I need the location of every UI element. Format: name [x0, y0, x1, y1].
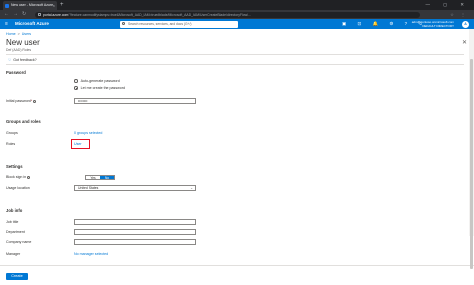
page-subtitle: Def (AAD) Roles: [6, 47, 32, 52]
department-input[interactable]: [74, 229, 196, 235]
forward-icon[interactable]: →: [13, 10, 18, 19]
reload-icon[interactable]: ↻: [22, 10, 26, 19]
url-input[interactable]: portal.azure.com/?feature.canmodifystamp…: [35, 11, 420, 18]
search-icon: [122, 22, 125, 26]
url-path: /?feature.canmodifystamps=true&Microsoft…: [68, 12, 251, 17]
initial-password-text: Initial password: [6, 99, 31, 103]
department-label: Department: [6, 230, 25, 234]
block-sign-in-label: Block sign in: [6, 175, 31, 179]
radio-label: Let me create the password: [80, 86, 125, 90]
azure-favicon-icon: [5, 3, 9, 8]
create-button[interactable]: Create: [6, 273, 28, 280]
lock-icon: [38, 13, 41, 16]
close-icon[interactable]: ✕: [462, 39, 467, 46]
url-host: portal.azure.com: [43, 12, 69, 17]
feedback-link[interactable]: ♡ Got feedback?: [8, 58, 37, 62]
groups-label: Groups: [6, 131, 18, 135]
back-icon[interactable]: ←: [4, 10, 9, 19]
radio-icon: [74, 79, 78, 83]
password-section-title: Password: [6, 70, 26, 75]
manager-link[interactable]: No manager selected: [74, 252, 108, 256]
company-name-label: Company name: [6, 240, 32, 244]
window-controls[interactable]: — ◻ ✕: [425, 0, 470, 10]
initial-password-label: Initial password*: [6, 99, 37, 103]
divider: [6, 54, 464, 55]
browser-toolbar-icons[interactable]: ☆ ⋮: [450, 10, 468, 19]
avatar[interactable]: A: [462, 20, 469, 28]
browser-tab-bar: New user - Microsoft Azure × + — ◻ ✕: [0, 0, 474, 10]
radio-checked-icon: [74, 86, 78, 90]
usage-location-value: United States: [78, 186, 99, 190]
radio-auto-generate[interactable]: Auto-generate password: [74, 79, 120, 83]
feedback-label: Got feedback?: [13, 58, 37, 62]
radio-create-password[interactable]: Let me create the password: [74, 86, 125, 90]
initial-password-input[interactable]: ••••••••: [74, 98, 196, 104]
roles-label: Roles: [6, 142, 16, 146]
menu-icon[interactable]: ≡: [5, 19, 8, 29]
tab-close-icon[interactable]: ×: [53, 1, 55, 10]
scrollbar-thumb[interactable]: [470, 59, 473, 269]
tab-title: New user - Microsoft Azure: [11, 3, 54, 7]
new-user-blade: Home > Users New user Def (AAD) Roles ✕ ♡ G…: [0, 29, 474, 285]
block-sign-in-text: Block sign in: [6, 175, 27, 179]
settings-section-title: Settings: [6, 164, 23, 169]
brand-title[interactable]: Microsoft Azure: [15, 19, 49, 29]
scrollbar[interactable]: [469, 29, 474, 269]
usage-location-label: Usage location: [6, 186, 30, 190]
account-info[interactable]: adm@contoso.onmicrosoft.com DEFAULT DIRE…: [412, 20, 454, 28]
feedback-icon: ♡: [8, 58, 12, 62]
blade-footer: Create: [0, 265, 474, 285]
browser-tab[interactable]: New user - Microsoft Azure ×: [3, 1, 57, 10]
radio-label: Auto-generate password: [80, 79, 120, 83]
job-title-label: Job title: [6, 220, 19, 224]
groups-roles-section-title: Groups and roles: [6, 119, 41, 124]
manager-label: Manager: [6, 252, 21, 256]
info-icon: [27, 175, 31, 179]
portal-search-input[interactable]: Search resources, services, and docs (G+…: [120, 20, 238, 28]
usage-location-select[interactable]: United States ⌄: [74, 185, 196, 191]
groups-link[interactable]: 0 groups selected: [74, 131, 102, 135]
breadcrumb-users[interactable]: Users: [22, 32, 31, 36]
roles-highlight: [71, 139, 90, 149]
account-tenant: DEFAULT DIRECTORY: [422, 24, 454, 28]
required-mark: *: [30, 99, 33, 103]
job-info-section-title: Job info: [6, 208, 23, 213]
toggle-yes[interactable]: Yes: [86, 175, 100, 180]
search-placeholder: Search resources, services, and docs (G+…: [128, 21, 192, 26]
company-name-input[interactable]: [74, 239, 196, 245]
chevron-down-icon: ⌄: [190, 186, 193, 190]
breadcrumb: Home > Users: [6, 32, 31, 36]
info-icon: [33, 99, 37, 103]
page-title: New user: [6, 38, 40, 47]
breadcrumb-separator: >: [17, 32, 20, 36]
toggle-no[interactable]: No: [100, 175, 114, 180]
breadcrumb-home[interactable]: Home: [6, 32, 16, 36]
new-tab-button[interactable]: +: [60, 0, 64, 10]
block-sign-in-toggle[interactable]: Yes No: [85, 174, 115, 180]
azure-top-bar: ≡ Microsoft Azure Search resources, serv…: [0, 19, 474, 29]
divider: [6, 64, 464, 65]
job-title-input[interactable]: [74, 219, 196, 225]
address-bar-row: ← → ↻ portal.azure.com/?feature.canmodif…: [0, 10, 474, 19]
